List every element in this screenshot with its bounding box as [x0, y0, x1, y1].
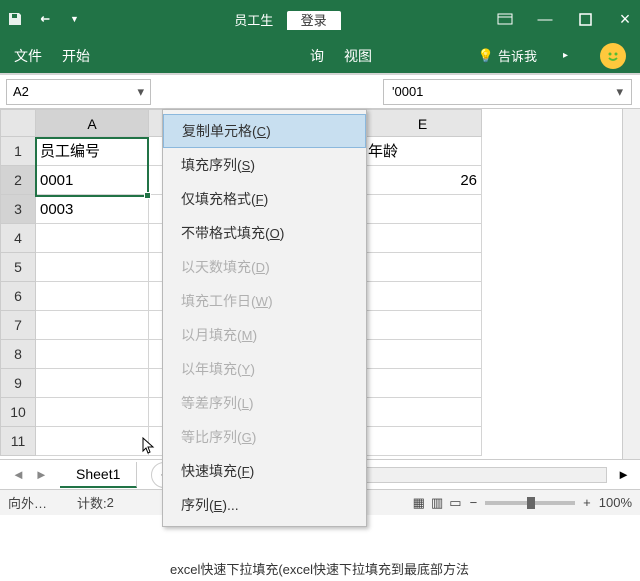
- menu-item[interactable]: 序列(E)...: [163, 488, 366, 522]
- bulb-icon: 💡: [478, 48, 494, 64]
- worksheet-area: 1234567891011 ABCDE 员工编号部门年龄0001销售部26000…: [0, 109, 640, 459]
- menu-item: 以月填充(M): [163, 318, 366, 352]
- cell[interactable]: [36, 340, 149, 369]
- menu-item: 以年填充(Y): [163, 352, 366, 386]
- fill-handle[interactable]: [144, 192, 151, 199]
- formula-bar-row: A2 ▾ '0001 ▾: [0, 75, 640, 109]
- menu-item[interactable]: 复制单元格(C): [163, 114, 366, 148]
- feedback-icon[interactable]: [600, 43, 626, 69]
- row-header[interactable]: 3: [0, 195, 36, 224]
- cell[interactable]: [36, 369, 149, 398]
- cell[interactable]: [364, 224, 482, 253]
- menu-item: 以天数填充(D): [163, 250, 366, 284]
- cell[interactable]: 年龄: [364, 137, 482, 166]
- tab-file[interactable]: 文件: [14, 46, 42, 66]
- tell-me[interactable]: 💡告诉我: [478, 46, 537, 65]
- menu-item[interactable]: 仅填充格式(F): [163, 182, 366, 216]
- cell[interactable]: [364, 195, 482, 224]
- cell[interactable]: [364, 253, 482, 282]
- scroll-right-icon[interactable]: ►: [617, 467, 630, 482]
- zoom-in-icon[interactable]: +: [583, 495, 591, 510]
- row-header[interactable]: 9: [0, 369, 36, 398]
- menu-item: 填充工作日(W): [163, 284, 366, 318]
- cell[interactable]: [364, 427, 482, 456]
- chevron-down-icon[interactable]: ▾: [137, 84, 144, 100]
- name-box-value: A2: [13, 84, 29, 99]
- maximize-icon[interactable]: [576, 10, 594, 28]
- minimize-icon[interactable]: —: [536, 10, 554, 28]
- title-bar: ▼ 员工生 登录 — ×: [0, 0, 640, 38]
- page-layout-icon[interactable]: ▥: [431, 495, 443, 511]
- cell[interactable]: 0001: [36, 166, 149, 195]
- row-header[interactable]: 5: [0, 253, 36, 282]
- autofill-options-menu: 复制单元格(C)填充序列(S)仅填充格式(F)不带格式填充(O)以天数填充(D)…: [162, 109, 367, 527]
- tab-query[interactable]: 询: [310, 46, 324, 66]
- tab-view[interactable]: 视图: [344, 46, 372, 66]
- zoom-slider[interactable]: [485, 501, 575, 505]
- name-box[interactable]: A2 ▾: [6, 79, 151, 105]
- cell[interactable]: 0003: [36, 195, 149, 224]
- cell[interactable]: [36, 224, 149, 253]
- sheet-tab[interactable]: Sheet1: [60, 462, 137, 488]
- chevron-down-icon[interactable]: ▾: [616, 84, 623, 100]
- status-count-value: 2: [107, 495, 114, 510]
- row-header[interactable]: 10: [0, 398, 36, 427]
- row-header[interactable]: 8: [0, 340, 36, 369]
- menu-item[interactable]: 不带格式填充(O): [163, 216, 366, 250]
- ribbon-options-icon[interactable]: [496, 10, 514, 28]
- tab-home[interactable]: 开始: [62, 46, 90, 66]
- menu-item: 等比序列(G): [163, 420, 366, 454]
- row-header[interactable]: 7: [0, 311, 36, 340]
- menu-item: 等差序列(L): [163, 386, 366, 420]
- ribbon-tabs: 文件 开始 询 视图 💡告诉我 ▸: [0, 38, 640, 73]
- row-headers: 1234567891011: [0, 109, 36, 459]
- status-count-label: 计数:: [77, 493, 107, 512]
- cell[interactable]: [36, 282, 149, 311]
- formula-bar[interactable]: '0001 ▾: [383, 79, 632, 105]
- row-header[interactable]: 11: [0, 427, 36, 456]
- select-all-corner[interactable]: [0, 109, 36, 137]
- formula-value: '0001: [392, 84, 423, 99]
- row-header[interactable]: 4: [0, 224, 36, 253]
- cursor-icon: [141, 436, 159, 454]
- cell[interactable]: 员工编号: [36, 137, 149, 166]
- cell[interactable]: [36, 311, 149, 340]
- page-break-icon[interactable]: ▭: [449, 495, 461, 511]
- undo-dropdown-icon[interactable]: ▼: [70, 14, 79, 24]
- next-sheet-icon[interactable]: ►: [35, 467, 48, 482]
- overlay-caption: excel快速下拉填充(excel快速下拉填充到最底部方法: [170, 559, 469, 578]
- row-header[interactable]: 6: [0, 282, 36, 311]
- cell[interactable]: [36, 398, 149, 427]
- menu-item[interactable]: 快速填充(F): [163, 454, 366, 488]
- status-mode: 向外…: [8, 493, 47, 512]
- zoom-level[interactable]: 100%: [599, 495, 632, 510]
- row-header[interactable]: 1: [0, 137, 36, 166]
- save-icon[interactable]: [6, 10, 24, 28]
- cell[interactable]: [364, 282, 482, 311]
- prev-sheet-icon[interactable]: ◄: [12, 467, 25, 482]
- doc-title: 员工生: [234, 13, 273, 28]
- vertical-scrollbar[interactable]: [622, 109, 640, 459]
- normal-view-icon[interactable]: ▦: [413, 495, 425, 511]
- row-header[interactable]: 2: [0, 166, 36, 195]
- cell[interactable]: [364, 340, 482, 369]
- cell[interactable]: [36, 253, 149, 282]
- login-tab[interactable]: 登录: [287, 11, 341, 30]
- close-icon[interactable]: ×: [616, 10, 634, 28]
- ribbon-more-icon[interactable]: ▸: [563, 50, 568, 61]
- cell[interactable]: [36, 427, 149, 456]
- column-header[interactable]: E: [364, 109, 482, 137]
- cell[interactable]: 26: [364, 166, 482, 195]
- cell[interactable]: [364, 369, 482, 398]
- column-header[interactable]: A: [36, 109, 149, 137]
- cell[interactable]: [364, 311, 482, 340]
- menu-item[interactable]: 填充序列(S): [163, 148, 366, 182]
- undo-icon[interactable]: [38, 10, 56, 28]
- zoom-out-icon[interactable]: −: [470, 495, 478, 510]
- cell[interactable]: [364, 398, 482, 427]
